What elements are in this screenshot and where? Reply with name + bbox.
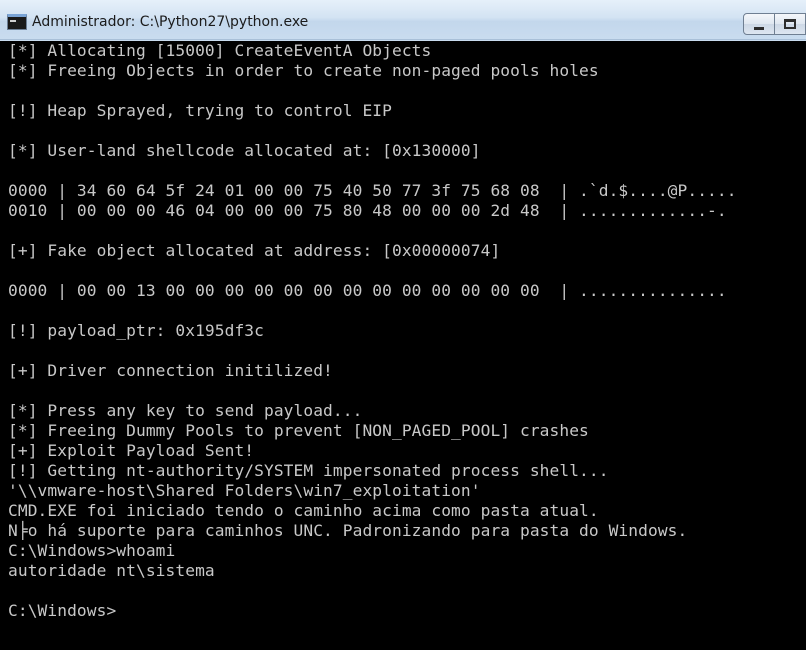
console-line: N╞o há suporte para caminhos UNC. Padron… — [8, 521, 688, 540]
console-line: CMD.EXE foi iniciado tendo o caminho aci… — [8, 501, 599, 520]
console-line: [!] Heap Sprayed, trying to control EIP — [8, 101, 392, 120]
console-window: Administrador: C:\Python27\python.exe [*… — [0, 0, 806, 650]
console-line: autoridade nt\sistema — [8, 561, 215, 580]
console-line: C:\Windows>whoami — [8, 541, 176, 560]
console-line: 0010 | 00 00 00 46 04 00 00 00 75 80 48 … — [8, 201, 727, 220]
console-prompt: C:\Windows> — [8, 601, 117, 620]
maximize-button[interactable] — [774, 13, 806, 35]
console-line: [+] Exploit Payload Sent! — [8, 441, 255, 460]
title-bar[interactable]: Administrador: C:\Python27\python.exe — [0, 0, 806, 40]
console-line: '\\vmware-host\Shared Folders\win7_explo… — [8, 481, 481, 500]
console-output[interactable]: [*] Allocating [15000] CreateEventA Obje… — [0, 41, 806, 650]
console-line: [*] User-land shellcode allocated at: [0… — [8, 141, 481, 160]
minimize-button[interactable] — [743, 13, 775, 35]
console-line: [*] Allocating [15000] CreateEventA Obje… — [8, 41, 432, 60]
console-line: [!] payload_ptr: 0x195df3c — [8, 321, 264, 340]
console-line: [!] Getting nt-authority/SYSTEM imperson… — [8, 461, 609, 480]
console-line: [*] Press any key to send payload... — [8, 401, 363, 420]
console-line: [*] Freeing Objects in order to create n… — [8, 61, 599, 80]
console-line: [+] Fake object allocated at address: [0… — [8, 241, 501, 260]
maximize-icon — [784, 19, 796, 29]
window-title: Administrador: C:\Python27\python.exe — [32, 14, 309, 30]
console-line: [*] Freeing Dummy Pools to prevent [NON_… — [8, 421, 589, 440]
minimize-icon — [754, 26, 764, 30]
console-line: 0000 | 00 00 13 00 00 00 00 00 00 00 00 … — [8, 281, 727, 300]
window-controls — [743, 13, 806, 35]
console-icon — [7, 14, 27, 30]
console-line: [+] Driver connection initilized! — [8, 361, 333, 380]
console-line: 0000 | 34 60 64 5f 24 01 00 00 75 40 50 … — [8, 181, 737, 200]
